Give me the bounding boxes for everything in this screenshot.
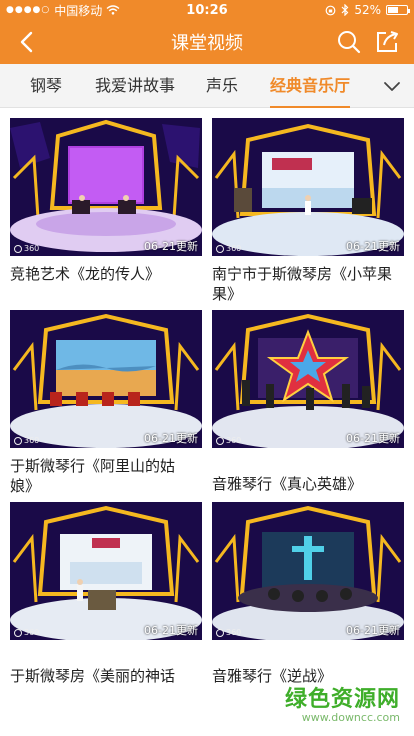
carrier-label: 中国移动 (54, 3, 103, 18)
watermark-url: www.downcc.com (301, 711, 400, 724)
video-card[interactable]: 360 06-21更新 南宁市于斯微琴房《小苹果 果》 (212, 118, 404, 304)
video-title: 竞艳艺术《龙的传人》 (10, 265, 161, 283)
page-title: 课堂视频 (171, 33, 243, 54)
video-title: 南宁市于斯微琴房《小苹果 果》 (212, 265, 393, 303)
video-title: 于斯微琴房《美丽的神话 (10, 667, 176, 685)
channel-logo: 360 (14, 244, 39, 253)
tab-piano[interactable]: 钢琴 (30, 64, 62, 108)
wifi-icon (106, 5, 120, 15)
update-badge: 06-21更新 (144, 240, 198, 253)
search-icon[interactable] (336, 29, 362, 55)
video-thumbnail[interactable]: 360 06-21更新 (212, 310, 404, 448)
orientation-lock-icon (325, 5, 336, 15)
channel-logo: 360 (14, 436, 39, 445)
video-thumbnail[interactable]: 360 06-21更新 (212, 118, 404, 256)
channel-logo: 360 (216, 436, 241, 445)
chevron-down-icon[interactable] (382, 76, 402, 96)
update-badge: 06-21更新 (144, 624, 198, 637)
share-icon[interactable] (374, 29, 400, 55)
video-thumbnail[interactable]: 360 06-21更新 (10, 310, 202, 448)
channel-logo: 360 (216, 244, 241, 253)
video-thumbnail[interactable]: 360 06-21更新 (212, 502, 404, 640)
signal-icon: ●●●●○ (6, 5, 51, 15)
video-card[interactable]: 360 06-21更新 于斯微琴行《阿里山的姑 娘》 (10, 310, 202, 496)
tab-vocal[interactable]: 声乐 (206, 64, 238, 108)
update-badge: 06-21更新 (144, 432, 198, 445)
back-arrow-icon[interactable] (14, 28, 42, 56)
update-badge: 06-21更新 (346, 432, 400, 445)
update-badge: 06-21更新 (346, 624, 400, 637)
site-watermark: 绿色资源网 www.downcc.com (285, 681, 400, 724)
video-title: 音雅琴行《真心英雄》 (212, 475, 363, 493)
channel-logo: 360 (216, 628, 241, 637)
video-thumbnail[interactable]: 360 06-21更新 (10, 118, 202, 256)
category-tab-bar: 钢琴 我爱讲故事 声乐 经典音乐厅 (0, 64, 414, 108)
battery-percent: 52% (354, 3, 381, 17)
video-title: 于斯微琴行《阿里山的姑 娘》 (10, 457, 176, 495)
video-thumbnail[interactable]: 360 06-21更新 (10, 502, 202, 640)
status-bar: ●●●●○ 中国移动 10:26 52% (0, 0, 414, 20)
video-card[interactable]: 360 06-21更新 音雅琴行《逆战》 (212, 502, 404, 686)
battery-icon (386, 5, 410, 15)
video-card[interactable]: 360 06-21更新 音雅琴行《真心英雄》 (212, 310, 404, 494)
tab-storytelling[interactable]: 我爱讲故事 (95, 64, 175, 108)
tab-classic-concert-hall[interactable]: 经典音乐厅 (270, 64, 351, 108)
channel-logo: 360 (14, 628, 39, 637)
status-time: 10:26 (186, 2, 228, 18)
bluetooth-icon (341, 4, 349, 16)
update-badge: 06-21更新 (346, 240, 400, 253)
video-card[interactable]: 360 06-21更新 于斯微琴房《美丽的神话 (10, 502, 202, 686)
watermark-main-text: 绿色资源网 (284, 687, 400, 712)
nav-bar: 课堂视频 (0, 20, 414, 64)
video-card[interactable]: 360 06-21更新 竞艳艺术《龙的传人》 (10, 118, 202, 284)
active-tab-underline (270, 106, 351, 108)
